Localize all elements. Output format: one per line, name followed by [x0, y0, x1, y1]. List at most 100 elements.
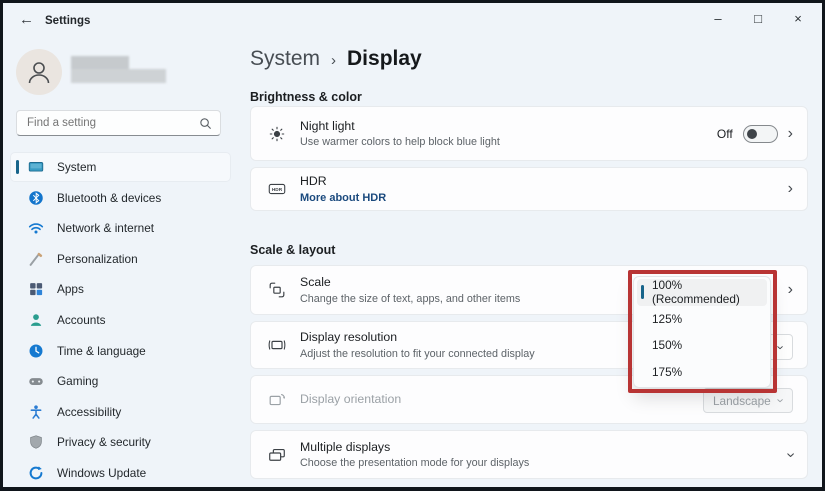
multiple-displays-text: Multiple displays Choose the presentatio…	[300, 440, 529, 469]
orientation-select: Landscape ›	[703, 388, 793, 413]
section-scale-layout: Scale & layout	[250, 243, 335, 257]
chevron-down-icon[interactable]: ›	[782, 452, 798, 457]
chevron-right-icon[interactable]: ›	[788, 126, 793, 142]
system-icon	[27, 158, 45, 176]
sidebar-item-label: Bluetooth & devices	[57, 191, 161, 205]
hdr-row[interactable]: HDR HDR More about HDR ›	[250, 167, 808, 211]
night-light-toggle[interactable]	[743, 125, 778, 143]
display-resolution-text: Display resolution Adjust the resolution…	[300, 330, 535, 359]
row-title: Scale	[300, 275, 520, 290]
breadcrumb-separator-icon: ›	[331, 50, 336, 69]
sidebar-item-apps[interactable]: Apps	[11, 275, 230, 303]
breadcrumb-system[interactable]: System	[250, 47, 320, 71]
user-name-redacted	[71, 56, 166, 84]
svg-text:HDR: HDR	[272, 187, 283, 193]
sidebar-item-label: Gaming	[57, 374, 98, 388]
sidebar-item-label: Accounts	[57, 313, 106, 327]
sidebar-item-label: Network & internet	[57, 221, 154, 235]
time-language-icon	[27, 342, 45, 360]
sidebar-item-label: Windows Update	[57, 466, 146, 480]
sidebar-item-label: Accessibility	[57, 405, 121, 419]
accessibility-icon	[27, 403, 45, 421]
close-button[interactable]: ×	[778, 3, 818, 33]
privacy-icon	[27, 433, 45, 451]
row-title: HDR	[300, 174, 386, 189]
row-title: Night light	[300, 119, 500, 134]
scale-option-150[interactable]: 150%	[637, 332, 767, 359]
option-label: 100% (Recommended)	[652, 278, 767, 306]
sidebar-item-network-internet[interactable]: Network & internet	[11, 214, 230, 242]
app-title: Settings	[45, 15, 90, 27]
scale-option-175[interactable]: 175%	[637, 359, 767, 386]
sidebar-nav: System Bluetooth & devices Network & int…	[11, 153, 230, 490]
option-label: 175%	[652, 365, 682, 379]
row-subtitle: Choose the presentation mode for your di…	[300, 457, 529, 469]
section-brightness-color: Brightness & color	[250, 90, 362, 104]
option-label: 150%	[652, 338, 682, 352]
search-box	[16, 110, 221, 136]
scale-text: Scale Change the size of text, apps, and…	[300, 275, 520, 304]
orientation-select-value: Landscape	[713, 394, 771, 408]
apps-icon	[27, 280, 45, 298]
sidebar-item-gaming[interactable]: Gaming	[11, 367, 230, 395]
night-light-toggle-state: Off	[717, 127, 733, 141]
row-title: Multiple displays	[300, 440, 529, 455]
windows-update-icon	[27, 464, 45, 482]
maximize-button[interactable]: □	[738, 3, 778, 33]
night-light-text: Night light Use warmer colors to help bl…	[300, 119, 500, 148]
sidebar-item-label: Time & language	[57, 344, 146, 358]
search-input[interactable]	[25, 116, 199, 130]
option-label: 125%	[652, 312, 682, 326]
gaming-icon	[27, 372, 45, 390]
chevron-down-icon: ›	[774, 398, 787, 402]
scale-dropdown-menu: 100% (Recommended) 125% 150% 175%	[633, 276, 771, 388]
selected-indicator	[641, 285, 644, 299]
sidebar-item-accounts[interactable]: Accounts	[11, 306, 230, 334]
accounts-icon	[27, 311, 45, 329]
toggle-knob	[747, 129, 757, 139]
sidebar-item-bluetooth-devices[interactable]: Bluetooth & devices	[11, 184, 230, 212]
sidebar-item-windows-update[interactable]: Windows Update	[11, 459, 230, 487]
sidebar-item-personalization[interactable]: Personalization	[11, 245, 230, 273]
selected-indicator	[16, 160, 19, 174]
row-subtitle: Adjust the resolution to fit your connec…	[300, 348, 535, 360]
row-subtitle: Change the size of text, apps, and other…	[300, 293, 520, 305]
search-icon	[199, 117, 212, 130]
breadcrumb: System › Display	[250, 47, 422, 71]
bluetooth-icon	[27, 189, 45, 207]
sidebar-item-label: Privacy & security	[57, 435, 151, 449]
night-light-row[interactable]: Night light Use warmer colors to help bl…	[250, 106, 808, 161]
page-title: Display	[347, 47, 422, 71]
sidebar-item-label: System	[57, 160, 96, 174]
multiple-displays-row[interactable]: Multiple displays Choose the presentatio…	[250, 430, 808, 479]
chevron-right-icon[interactable]: ›	[788, 181, 793, 197]
multiple-displays-icon	[267, 445, 287, 465]
row-subtitle: Use warmer colors to help block blue lig…	[300, 136, 500, 148]
display-orientation-icon	[267, 390, 287, 410]
network-icon	[27, 219, 45, 237]
sidebar-item-label: Personalization	[57, 252, 138, 266]
sidebar-item-system[interactable]: System	[11, 153, 230, 181]
scale-option-125[interactable]: 125%	[637, 306, 767, 333]
chevron-right-icon[interactable]: ›	[788, 282, 793, 298]
display-orientation-text: Display orientation	[300, 392, 401, 407]
window-controls: – □ ×	[698, 3, 818, 33]
sidebar-item-time-language[interactable]: Time & language	[11, 337, 230, 365]
sidebar-item-privacy-security[interactable]: Privacy & security	[11, 428, 230, 456]
sidebar-item-label: Apps	[57, 282, 84, 296]
chevron-down-icon: ›	[774, 345, 787, 349]
scale-icon	[267, 280, 287, 300]
night-light-icon	[267, 124, 287, 144]
user-avatar-icon[interactable]	[16, 49, 62, 95]
scale-option-100[interactable]: 100% (Recommended)	[637, 279, 767, 306]
back-icon[interactable]: ←	[19, 11, 34, 28]
display-resolution-icon	[267, 335, 287, 355]
hdr-text: HDR More about HDR	[300, 174, 386, 203]
more-about-hdr-link[interactable]: More about HDR	[300, 192, 386, 204]
settings-window: ← Settings – □ × System	[0, 0, 825, 491]
hdr-icon: HDR	[267, 179, 287, 199]
personalization-icon	[27, 250, 45, 268]
row-title: Display orientation	[300, 392, 401, 407]
sidebar-item-accessibility[interactable]: Accessibility	[11, 398, 230, 426]
minimize-button[interactable]: –	[698, 3, 738, 33]
